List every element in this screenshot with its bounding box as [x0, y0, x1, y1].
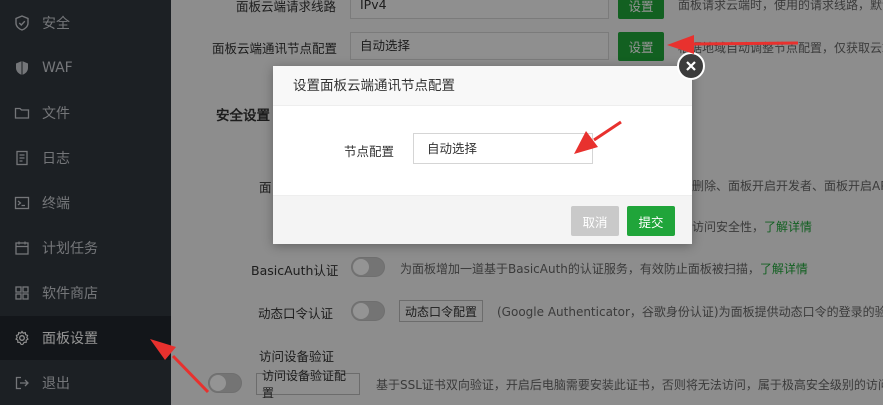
close-icon — [686, 61, 696, 71]
dialog-title: 设置面板云端通讯节点配置 — [273, 66, 692, 106]
dialog-close-button[interactable] — [677, 52, 705, 80]
node-config-dialog: 设置面板云端通讯节点配置 节点配置 自动选择 取消 提交 — [273, 66, 692, 244]
cancel-button[interactable]: 取消 — [571, 206, 619, 236]
dialog-footer: 取消 提交 — [273, 195, 692, 244]
submit-button[interactable]: 提交 — [627, 206, 675, 236]
node-field-label: 节点配置 — [344, 144, 395, 159]
node-select[interactable]: 自动选择 — [413, 133, 593, 164]
